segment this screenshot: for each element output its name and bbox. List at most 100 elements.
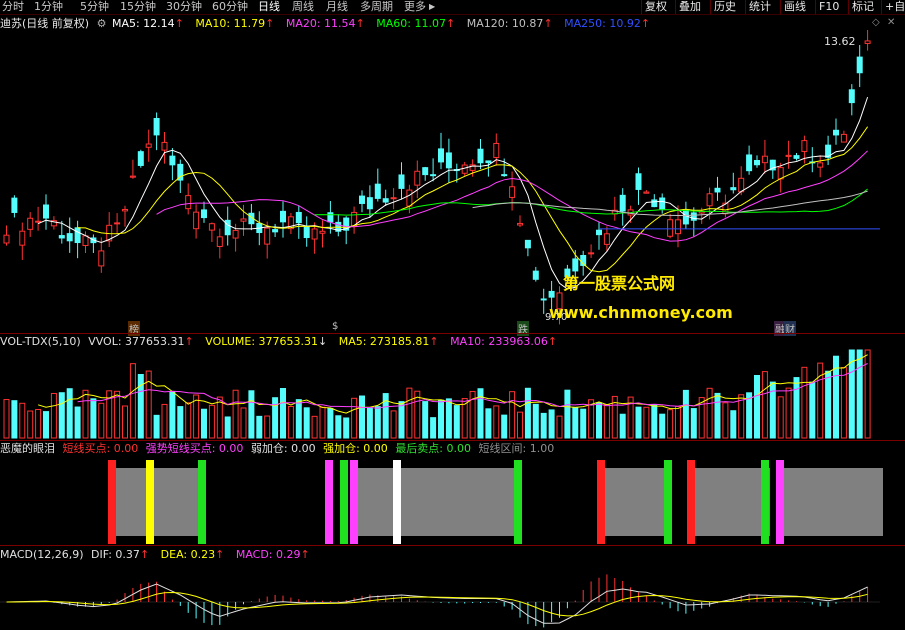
signal-chart[interactable] xyxy=(0,456,905,544)
volume-bar xyxy=(825,370,832,439)
volume-bar xyxy=(390,410,397,439)
candle-body xyxy=(501,174,508,177)
fuquan-button[interactable]: 复权 xyxy=(641,0,670,14)
volume-bar xyxy=(280,387,286,439)
period-tab-fenshi[interactable]: 分时 xyxy=(2,0,24,14)
ma5-value: MA5: 12.14↑ xyxy=(111,17,184,30)
diamond-icon[interactable]: ◇ xyxy=(872,17,880,28)
signal-bar xyxy=(597,460,605,544)
period-tab-60min[interactable]: 60分钟 xyxy=(212,0,248,14)
short-range-value: 短线区间: 1.00 xyxy=(478,442,555,455)
close-icon[interactable]: ✕ xyxy=(887,17,895,28)
candle-body xyxy=(746,154,753,172)
candle-body xyxy=(517,222,523,226)
draw-line-button[interactable]: 画线 xyxy=(780,0,809,14)
period-tab-30min[interactable]: 30分钟 xyxy=(166,0,202,14)
candle-body xyxy=(801,140,808,152)
volume-bar xyxy=(343,417,350,439)
period-tab-multi[interactable]: 多周期 xyxy=(360,0,393,14)
candle-body xyxy=(785,154,792,157)
volume-bar xyxy=(256,415,263,439)
more-arrow-icon[interactable]: ▶ xyxy=(429,0,435,14)
period-tab-15min[interactable]: 15分钟 xyxy=(120,0,156,14)
volume-bar xyxy=(596,402,602,439)
volume-bar xyxy=(485,408,492,439)
volume-panel-title[interactable]: VOL-TDX(5,10) xyxy=(0,335,81,348)
volume-bar xyxy=(730,410,737,439)
watermark-url: www.chnmoney.com xyxy=(549,303,733,322)
volume-bar xyxy=(438,399,444,439)
candle-body xyxy=(390,197,397,200)
volume-bar xyxy=(129,363,136,439)
dif-value: DIF: 0.37↑ xyxy=(91,548,150,561)
volume-bar xyxy=(690,408,697,439)
signal-bar xyxy=(325,460,333,544)
watermark-title: 第一股票公式网 xyxy=(563,274,676,293)
volume-bar xyxy=(311,415,318,439)
volume-bar xyxy=(445,398,452,439)
volume-bar xyxy=(635,406,642,439)
candle-body xyxy=(114,222,121,225)
candle-body xyxy=(153,117,160,136)
stock-title[interactable]: 迪苏(日线 前复权) xyxy=(0,17,89,30)
period-tab-5min[interactable]: 5分钟 xyxy=(80,0,109,14)
macd-chart[interactable] xyxy=(0,562,905,630)
period-tab-daily[interactable]: 日线 xyxy=(258,0,280,14)
candle-body xyxy=(848,89,855,104)
mark-button[interactable]: 标记 xyxy=(848,0,877,14)
candle-body xyxy=(730,187,737,191)
volume-bar xyxy=(74,406,81,439)
panel-divider xyxy=(0,545,905,546)
candle-body xyxy=(19,230,26,246)
ma10-value: MA10: 11.79↑ xyxy=(195,17,275,30)
vvol-value: VVOL: 377653.31↑ xyxy=(88,335,194,348)
volume-bar xyxy=(374,406,381,439)
candle-body xyxy=(232,229,239,239)
period-toolbar: 分时 1分钟 5分钟 15分钟 30分钟 60分钟 日线 周线 月线 多周期 更… xyxy=(0,0,905,15)
candle-body xyxy=(3,234,10,244)
settings-gear-icon[interactable]: ⚙ xyxy=(97,17,107,30)
macd-panel-title[interactable]: MACD(12,26,9) xyxy=(0,548,84,561)
volume-bar xyxy=(122,405,128,439)
period-tab-1min[interactable]: 1分钟 xyxy=(34,0,63,14)
volume-bar xyxy=(3,399,10,439)
candle-body xyxy=(414,170,421,186)
period-tab-more[interactable]: 更多 xyxy=(404,0,426,14)
candle-body xyxy=(224,219,231,236)
volume-bar xyxy=(366,407,373,439)
history-button[interactable]: 历史 xyxy=(710,0,739,14)
candle-body xyxy=(864,40,871,44)
volume-bar xyxy=(540,412,547,439)
volume-bar xyxy=(43,411,49,439)
candle-body xyxy=(422,167,429,176)
signal-panel-title[interactable]: 恶魔的眼泪 xyxy=(0,442,55,455)
overlay-button[interactable]: 叠加 xyxy=(675,0,704,14)
candle-body xyxy=(706,193,713,207)
add-custom-button[interactable]: +自 xyxy=(881,0,905,14)
volume-bar xyxy=(864,349,871,439)
volume-chart[interactable] xyxy=(0,348,905,440)
volume-bar xyxy=(232,389,239,439)
candle-body xyxy=(43,204,49,219)
volume-bar xyxy=(422,401,429,439)
candle-body xyxy=(840,133,847,143)
marker-dollar[interactable]: $ xyxy=(331,321,339,332)
dif-line xyxy=(6,583,868,624)
candle-body xyxy=(129,175,136,178)
candle-body xyxy=(509,186,516,198)
period-tab-monthly[interactable]: 月线 xyxy=(326,0,348,14)
volume-bar xyxy=(572,406,579,439)
candle-body xyxy=(540,298,547,301)
volume-bar xyxy=(706,387,713,439)
candle-body xyxy=(406,189,413,207)
candlestick-chart[interactable] xyxy=(0,30,905,330)
macd-legend: MACD(12,26,9) DIF: 0.37↑ DEA: 0.23↑ MACD… xyxy=(0,548,318,562)
stats-button[interactable]: 统计 xyxy=(745,0,774,14)
short-range-block xyxy=(693,468,770,536)
ma120-value: MA120: 10.87↑ xyxy=(466,17,553,30)
volume-bar xyxy=(817,362,824,439)
volume-bar xyxy=(264,415,271,439)
period-tab-weekly[interactable]: 周线 xyxy=(292,0,314,14)
f10-button[interactable]: F10 xyxy=(815,0,842,14)
volume-bar xyxy=(335,415,342,439)
